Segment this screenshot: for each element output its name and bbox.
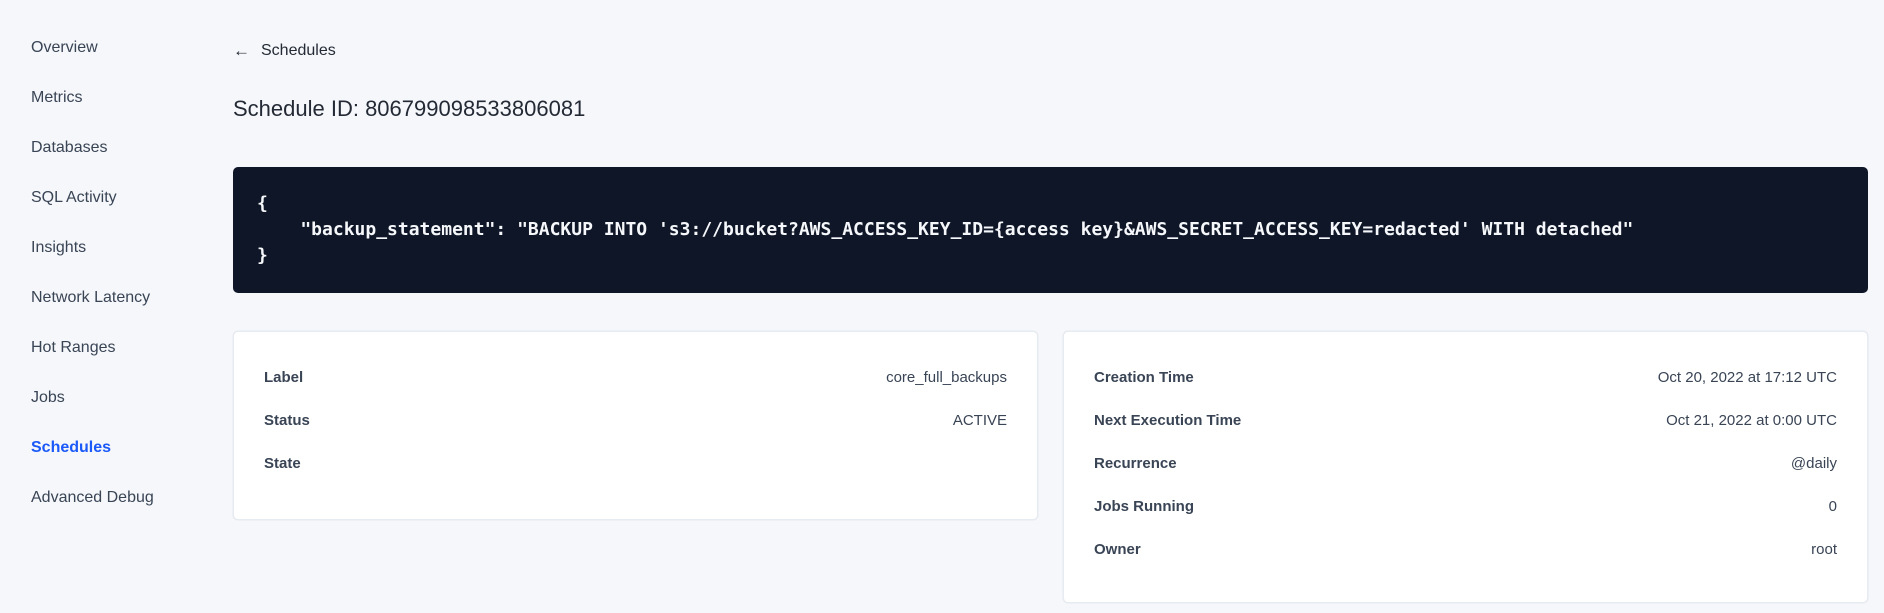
schedule-summary-card: Label core_full_backups Status ACTIVE St…: [233, 331, 1038, 520]
sidebar-item[interactable]: Insights: [0, 223, 233, 273]
summary-row-label: Label: [264, 369, 304, 386]
details-row-value: root: [1811, 541, 1837, 558]
summary-row-label: Status: [264, 412, 310, 429]
main-content: ← Schedules Schedule ID: 806799098533806…: [233, 0, 1884, 613]
sidebar-item-label: Insights: [31, 239, 87, 256]
details-row-label: Jobs Running: [1094, 498, 1194, 515]
summary-row-value: core_full_backups: [886, 369, 1007, 386]
details-row: Next Execution Time Oct 21, 2022 at 0:00…: [1094, 399, 1837, 442]
details-row-value: Oct 20, 2022 at 17:12 UTC: [1657, 369, 1837, 386]
sidebar-item[interactable]: Jobs: [0, 373, 233, 423]
details-row-value: Oct 21, 2022 at 0:00 UTC: [1666, 412, 1837, 429]
sidebar-item-label: Metrics: [31, 89, 83, 106]
summary-row: Status ACTIVE: [264, 399, 1007, 442]
details-row: Owner root: [1094, 528, 1837, 571]
details-row-value: @daily: [1790, 455, 1837, 472]
sidebar: Overview Metrics Databases SQL Activity …: [0, 0, 233, 613]
sidebar-item[interactable]: Network Latency: [0, 273, 233, 323]
sidebar-item[interactable]: SQL Activity: [0, 173, 233, 223]
sidebar-item-label: Schedules: [31, 439, 112, 456]
details-row-label: Next Execution Time: [1094, 412, 1242, 429]
app-root: Overview Metrics Databases SQL Activity …: [0, 0, 1884, 613]
sidebar-item[interactable]: Overview: [0, 23, 233, 73]
sidebar-item-label: Hot Ranges: [31, 339, 116, 356]
sidebar-item-label: Advanced Debug: [31, 489, 154, 506]
sidebar-item-label: Network Latency: [31, 289, 151, 306]
sidebar-item-label: Overview: [31, 39, 98, 56]
back-arrow-icon: ←: [233, 41, 250, 60]
details-row: Recurrence @daily: [1094, 442, 1837, 485]
schedule-definition-code: { "backup_statement": "BACKUP INTO 's3:/…: [233, 167, 1868, 293]
sidebar-item[interactable]: Advanced Debug: [0, 473, 233, 523]
sidebar-item[interactable]: Metrics: [0, 73, 233, 123]
page-title: Schedule ID: 806799098533806081: [233, 96, 586, 121]
sidebar-item[interactable]: Databases: [0, 123, 233, 173]
summary-row: Label core_full_backups: [264, 356, 1007, 399]
details-row-label: Owner: [1094, 541, 1141, 558]
schedule-details-card: Creation Time Oct 20, 2022 at 17:12 UTC …: [1063, 331, 1868, 603]
sidebar-nav-list: Overview Metrics Databases SQL Activity …: [0, 23, 233, 523]
summary-row-label: State: [264, 455, 301, 472]
cards-row: Label core_full_backups Status ACTIVE St…: [233, 331, 1868, 603]
back-link-label: Schedules: [261, 42, 336, 59]
details-row: Jobs Running 0: [1094, 485, 1837, 528]
back-link-schedules[interactable]: ← Schedules: [233, 42, 336, 60]
sidebar-item-label: SQL Activity: [31, 189, 117, 206]
sidebar-item-label: Databases: [31, 139, 108, 156]
details-row: Creation Time Oct 20, 2022 at 17:12 UTC: [1094, 356, 1837, 399]
sidebar-item[interactable]: Schedules: [0, 423, 233, 473]
details-row-value: 0: [1828, 498, 1837, 515]
sidebar-item[interactable]: Hot Ranges: [0, 323, 233, 373]
sidebar-item-label: Jobs: [31, 389, 65, 406]
summary-row-value: ACTIVE: [952, 412, 1007, 429]
details-row-label: Creation Time: [1094, 369, 1194, 386]
details-row-label: Recurrence: [1094, 455, 1177, 472]
summary-row: State: [264, 442, 1007, 485]
